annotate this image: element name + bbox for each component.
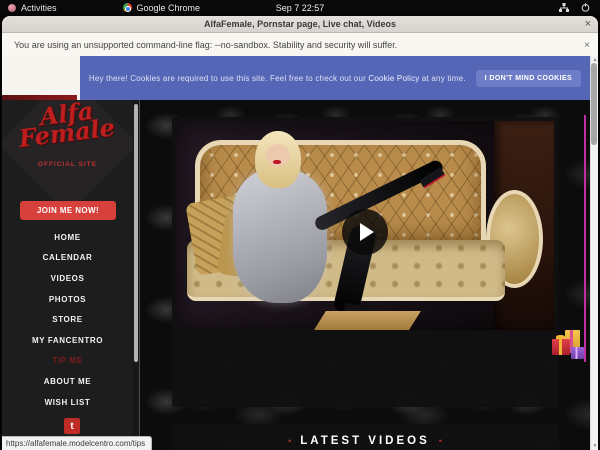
play-button[interactable]	[342, 209, 388, 255]
window-close-icon[interactable]: ×	[585, 17, 591, 32]
cookie-policy-link[interactable]: Cookie Policy	[368, 74, 419, 83]
gift-icon-purple[interactable]	[571, 347, 584, 359]
heading-dot-right: •	[439, 437, 442, 446]
heading-dot-left: •	[288, 437, 291, 446]
tip-widget-line	[584, 115, 586, 362]
sidebar-item-home[interactable]: HOME	[2, 227, 133, 248]
flag-warning-text: You are using an unsupported command-lin…	[2, 40, 397, 50]
cookie-message-post: at any time.	[419, 74, 465, 83]
sidebar-item-calendar[interactable]: CALENDAR	[2, 248, 133, 269]
cookie-message-pre: Hey there! Cookies are required to use t…	[89, 74, 369, 83]
sidebar-nav: HOME CALENDAR VIDEOS PHOTOS STORE MY FAN…	[2, 227, 133, 412]
sidebar-item-photos[interactable]: PHOTOS	[2, 289, 133, 310]
status-url-bubble: https://alfafemale.modelcentro.com/tips	[2, 436, 152, 450]
sidebar-scrollbar-thumb[interactable]	[134, 104, 138, 362]
sidebar: Alfa Female OFFICIAL SITE JOIN ME NOW! H…	[2, 100, 133, 450]
join-me-now-button[interactable]: JOIN ME NOW!	[20, 201, 116, 220]
floor-prop	[314, 311, 420, 330]
browser-window: AlfaFemale, Pornstar page, Live chat, Vi…	[2, 16, 598, 450]
cookie-message: Hey there! Cookies are required to use t…	[89, 74, 466, 83]
system-top-bar: Activities Google Chrome Sep 7 22:57	[0, 0, 600, 15]
system-clock[interactable]: Sep 7 22:57	[0, 3, 600, 13]
play-icon	[360, 223, 374, 241]
social-t-icon[interactable]: t	[64, 418, 80, 434]
window-title: AlfaFemale, Pornstar page, Live chat, Vi…	[204, 19, 396, 29]
sidebar-item-about-me[interactable]: ABOUT ME	[2, 371, 133, 392]
sidebar-item-store[interactable]: STORE	[2, 309, 133, 330]
screen: Activities Google Chrome Sep 7 22:57 Alf…	[0, 0, 600, 450]
power-icon[interactable]	[581, 3, 590, 12]
sidebar-item-videos[interactable]: VIDEOS	[2, 268, 133, 289]
welcome-panel: • WELCOME ALL • Your control in my hands…	[172, 117, 558, 407]
cookie-consent-bar: Hey there! Cookies are required to use t…	[80, 56, 590, 100]
window-titlebar[interactable]: AlfaFemale, Pornstar page, Live chat, Vi…	[2, 16, 598, 33]
latest-videos-panel: • LATEST VIDEOS •	[172, 424, 558, 450]
cookie-accept-button[interactable]: I DON'T MIND COOKIES	[476, 70, 581, 87]
gift-icon-red[interactable]	[552, 339, 570, 355]
chrome-flag-infobar: You are using an unsupported command-lin…	[2, 34, 598, 56]
latest-videos-title: LATEST VIDEOS	[300, 435, 430, 447]
sidebar-item-tip-me[interactable]: TIP ME	[2, 351, 133, 372]
official-site-tagline: OFFICIAL SITE	[2, 161, 133, 168]
status-url-text: https://alfafemale.modelcentro.com/tips	[6, 439, 145, 448]
page-scrollbar-thumb[interactable]	[591, 63, 597, 145]
sidebar-item-wish-list[interactable]: WISH LIST	[2, 392, 133, 413]
featured-video-player[interactable]	[176, 121, 554, 330]
latest-videos-heading: • LATEST VIDEOS •	[288, 435, 442, 447]
sidebar-item-my-fancentro[interactable]: MY FANCENTRO	[2, 330, 133, 351]
page-viewport: Hey there! Cookies are required to use t…	[2, 56, 598, 450]
scrollbar-down-icon[interactable]: ▼	[591, 443, 598, 449]
model-lips	[273, 160, 281, 164]
network-icon[interactable]	[559, 3, 569, 12]
infobar-close-icon[interactable]: ×	[584, 40, 590, 51]
